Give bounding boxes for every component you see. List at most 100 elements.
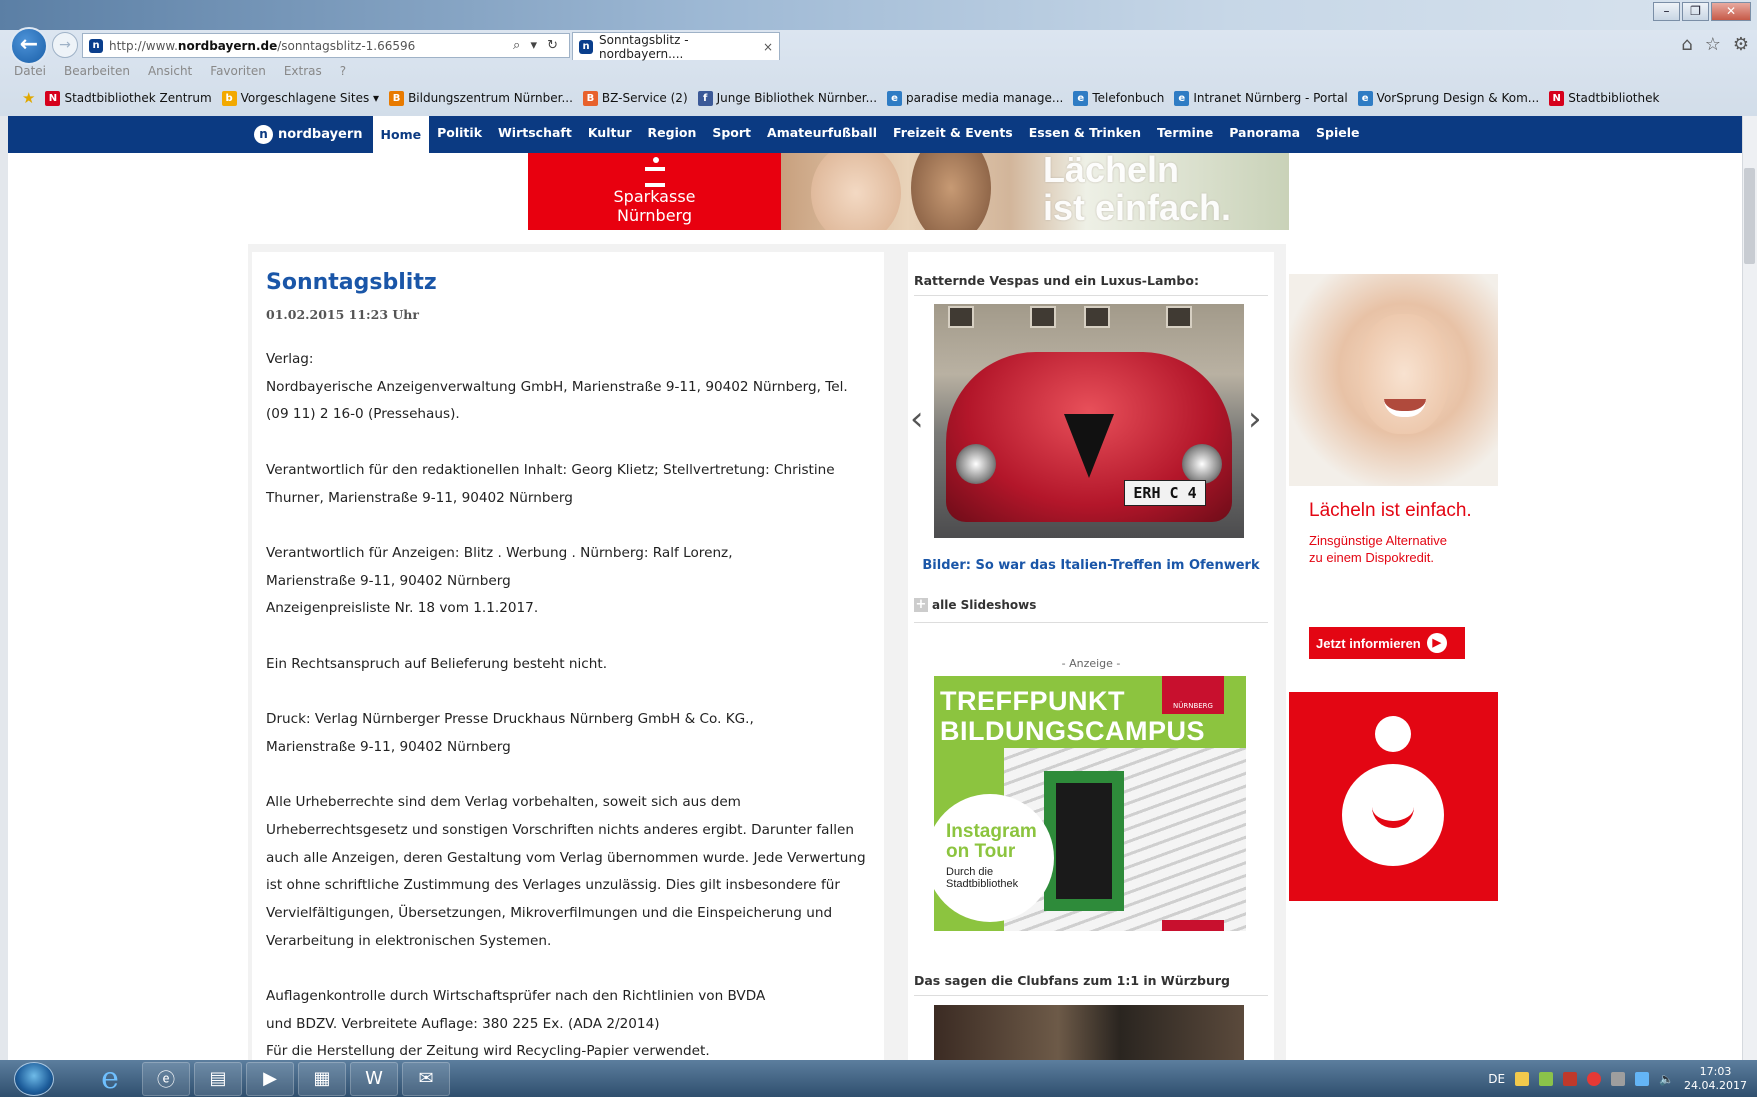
mail-tray-icon[interactable] (1515, 1071, 1530, 1086)
nav-item[interactable]: Spiele (1308, 114, 1367, 151)
scrollbar-thumb[interactable] (1744, 168, 1755, 264)
nav-item[interactable]: Termine (1149, 114, 1221, 151)
sparkasse-logo-panel[interactable] (1289, 692, 1498, 901)
favorite-label: Stadtbibliothek Zentrum (64, 91, 212, 105)
forward-button[interactable]: → (52, 32, 78, 58)
nav-item[interactable]: Wirtschaft (490, 114, 580, 151)
favorite-label: paradise media manage... (906, 91, 1064, 105)
window-controls: – ❐ ✕ (1653, 2, 1751, 21)
flag-tray-icon[interactable] (1635, 1071, 1650, 1086)
nav-item[interactable]: Region (640, 114, 705, 151)
site-logo[interactable]: n nordbayern (254, 125, 363, 144)
favorite-link[interactable]: f Junge Bibliothek Nürnber... (697, 90, 877, 106)
favorite-link[interactable]: e VorSprung Design & Kom... (1357, 90, 1540, 106)
favorite-link[interactable]: e Intranet Nürnberg - Portal (1174, 90, 1348, 106)
maximize-button[interactable]: ❐ (1682, 2, 1709, 21)
nav-item[interactable]: Politik (429, 114, 490, 151)
menu-item[interactable]: ? (340, 64, 346, 78)
security-tray-icon[interactable] (1563, 1071, 1578, 1086)
article-paragraph: Druck: Verlag Nürnberger Presse Druckhau… (266, 706, 870, 761)
ie-window-icon[interactable]: ⓔ (142, 1061, 190, 1096)
favorite-label: Vorgeschlagene Sites ▾ (240, 91, 380, 105)
banner-slogan: Lächeln ist einfach. (1042, 153, 1231, 228)
favorite-link[interactable]: e paradise media manage... (887, 90, 1064, 106)
sparkasse-logo-dot (1375, 716, 1411, 752)
home-icon[interactable]: ⌂ (1681, 34, 1692, 55)
favorite-label: VorSprung Design & Kom... (1376, 91, 1540, 105)
tab-close-icon[interactable]: × (763, 40, 773, 54)
article-line: Alle Urheberrechte sind dem Verlag vorbe… (266, 794, 866, 949)
nav-item[interactable]: Panorama (1221, 114, 1308, 151)
nav-item[interactable]: Freizeit & Events (885, 114, 1021, 151)
calendar-app-icon[interactable]: ▦ (298, 1061, 346, 1096)
network-tray-icon[interactable] (1611, 1071, 1626, 1086)
article-line: Verlag: (266, 351, 314, 367)
outlook-icon[interactable]: ✉ (402, 1061, 450, 1096)
nav-item[interactable]: Sport (704, 114, 759, 151)
site-favicon-icon: n (89, 38, 103, 53)
nav-item[interactable]: Home (372, 116, 430, 155)
title-bar (0, 0, 1757, 30)
language-indicator[interactable]: DE (1488, 1072, 1505, 1086)
side-ad-image[interactable] (1289, 274, 1498, 486)
app-tray-icon[interactable] (1539, 1071, 1554, 1086)
browser-tab[interactable]: n Sonntagsblitz - nordbayern.... × (572, 32, 780, 61)
media-player-icon[interactable]: ▶ (246, 1061, 294, 1096)
side-ad-headline: Lächeln ist einfach. (1309, 500, 1472, 521)
favorite-link[interactable]: N Stadtbibliothek (1549, 90, 1659, 106)
menu-item[interactable]: Bearbeiten (64, 64, 130, 78)
license-plate: ERH C 4 (1124, 480, 1206, 506)
url-text: http://www.nordbayern.de/sonntagsblitz-1… (109, 38, 416, 53)
banner-image[interactable]: Lächeln ist einfach. (781, 153, 1289, 230)
slideshow-prev-chevron-icon[interactable]: ‹ (910, 402, 924, 436)
slideshow-next-chevron-icon[interactable]: › (1248, 402, 1262, 436)
favorite-link[interactable]: N Stadtbibliothek Zentrum (45, 90, 212, 106)
volume-icon[interactable]: 🔈 (1659, 1072, 1674, 1086)
slideshow-caption-link[interactable]: Bilder: So war das Italien-Treffen im Of… (914, 558, 1268, 573)
favorite-link[interactable]: B Bildungszentrum Nürnber... (389, 90, 573, 106)
address-controls[interactable]: ⌕ ▾ ↻ (513, 38, 569, 53)
tab-favicon-icon: n (579, 39, 593, 54)
word-icon[interactable]: W (350, 1061, 398, 1096)
favorite-link[interactable]: e Telefonbuch (1073, 90, 1164, 106)
start-button[interactable] (14, 1061, 54, 1096)
favorite-link[interactable]: B BZ-Service (2) (582, 90, 688, 106)
minimize-button[interactable]: – (1653, 2, 1680, 21)
favorite-link[interactable]: b Vorgeschlagene Sites ▾ (221, 90, 380, 106)
back-button[interactable]: ← (10, 27, 48, 65)
nav-item[interactable]: Essen & Trinken (1021, 114, 1149, 151)
record-tray-icon[interactable] (1587, 1071, 1602, 1086)
close-window-button[interactable]: ✕ (1711, 2, 1751, 21)
side-ad-text[interactable]: Lächeln ist einfach. Zinsgünstige Altern… (1289, 486, 1498, 693)
favorites-star-icon[interactable]: ☆ (1705, 34, 1721, 55)
favorites-bar: ★ N Stadtbibliothek Zentrum b Vorgeschlagene… (22, 89, 1659, 107)
taskbar: e ⓔ ▤ ▶ ▦ W ✉ DE 🔈 17:03 24.04.2017 (0, 1060, 1757, 1097)
menu-item[interactable]: Datei (14, 64, 46, 78)
internet-explorer-icon[interactable]: e (82, 1061, 138, 1096)
jetzt-informieren-button[interactable]: Jetzt informieren ▶ (1309, 627, 1465, 659)
article-body: Verlag: Nordbayerische Anzeigenverwaltung… (266, 346, 870, 1066)
file-explorer-icon[interactable]: ▤ (194, 1061, 242, 1096)
headlight-left (956, 444, 996, 484)
article-line: Für die Herstellung der Zeitung wird Rec… (266, 1043, 710, 1060)
favorites-star-icon[interactable]: ★ (22, 89, 35, 107)
video-thumbnail[interactable] (934, 1005, 1244, 1065)
slideshow-image[interactable]: ERH C 4 (934, 304, 1244, 538)
menu-item[interactable]: Ansicht (148, 64, 192, 78)
logo-text: nordbayern (278, 127, 363, 142)
sparkasse-banner-logo[interactable]: Sparkasse Nürnberg (528, 153, 781, 230)
campus-ad[interactable]: TREFFPUNKT BILDUNGSCAMPUS NÜRNBERG Insta… (934, 676, 1246, 931)
toolbar-icons: ⌂ ☆ ⚙ (1681, 34, 1749, 55)
instagram-tour-text: Instagram on Tour (946, 821, 1037, 862)
menu-item[interactable]: Extras (284, 64, 322, 78)
settings-gear-icon[interactable]: ⚙ (1733, 34, 1749, 55)
menu-item[interactable]: Favoriten (210, 64, 266, 78)
clock[interactable]: 17:03 24.04.2017 (1684, 1065, 1747, 1093)
address-bar[interactable]: n http://www.nordbayern.de/sonntagsblitz… (82, 33, 570, 58)
nav-item[interactable]: Kultur (580, 114, 640, 151)
side-ad-subtext: Zinsgünstige Alternative zu einem Dispok… (1309, 533, 1448, 565)
article-line: Ein Rechtsanspruch auf Belieferung beste… (266, 655, 608, 672)
sparkasse-smile-logo-icon (1342, 764, 1444, 866)
nav-item[interactable]: Amateurfußball (759, 114, 885, 151)
all-slideshows-link[interactable]: + alle Slideshows (914, 598, 1268, 623)
